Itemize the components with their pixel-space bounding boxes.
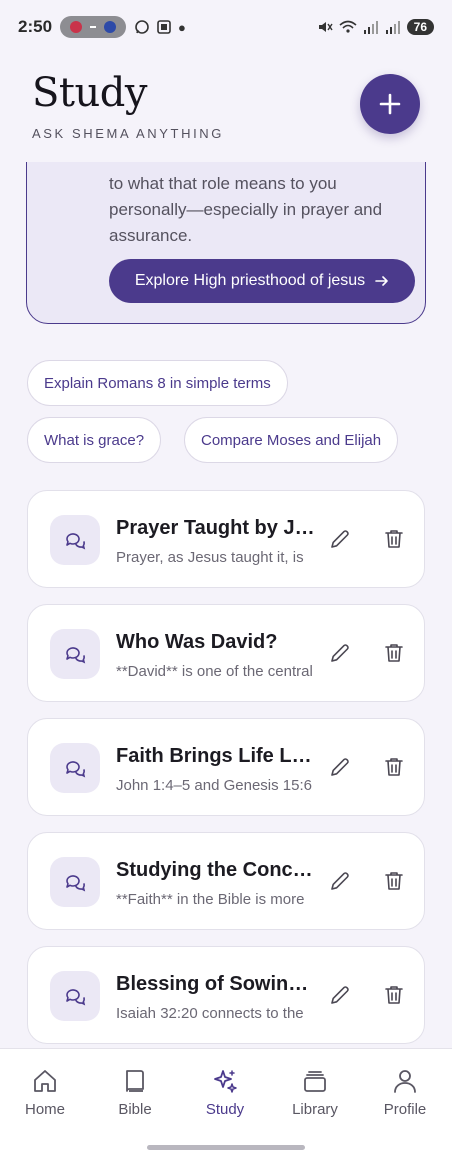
delete-session-button[interactable] — [382, 869, 408, 895]
suggestion-chip[interactable]: What is grace? — [27, 417, 162, 463]
book-icon — [126, 1070, 144, 1092]
edit-session-button[interactable] — [328, 755, 354, 781]
nav-library[interactable]: Library — [270, 1067, 360, 1127]
mute-icon — [318, 22, 333, 32]
page-subtitle: ASK SHEMA ANYTHING — [32, 126, 225, 141]
session-preview: **Faith** in the Bible is more — [116, 891, 305, 908]
app-notification-icon — [104, 21, 117, 33]
trash-icon — [385, 644, 403, 662]
home-indicator[interactable] — [147, 1145, 305, 1150]
nav-profile[interactable]: Profile — [360, 1067, 450, 1127]
new-study-button[interactable] — [360, 74, 420, 134]
status-bar: 2:50 ● 76 — [0, 0, 452, 54]
pencil-icon — [331, 986, 349, 1004]
plus-icon — [379, 93, 401, 115]
topic-card: to what that role means to you personall… — [26, 162, 426, 324]
study-content[interactable]: to what that role means to you personall… — [0, 162, 452, 1048]
app-notification-icon — [70, 21, 83, 33]
delete-session-button[interactable] — [382, 755, 408, 781]
session-card[interactable]: Studying the Concept of Faith **Faith** … — [27, 832, 425, 930]
signal-icon-2 — [385, 21, 400, 34]
session-preview: Prayer, as Jesus taught it, is — [116, 549, 304, 566]
status-system-icons: 76 — [317, 19, 434, 35]
notification-pill — [60, 16, 127, 38]
nav-label: Library — [292, 1101, 338, 1118]
pencil-icon — [331, 758, 349, 776]
bottom-nav: Home Bible Study Library Profile — [0, 1048, 452, 1158]
session-title: Faith Brings Life Light — [116, 745, 316, 767]
trash-icon — [385, 872, 403, 890]
edit-session-button[interactable] — [328, 641, 354, 667]
session-preview: John 1:4–5 and Genesis 15:6 — [116, 777, 312, 794]
explore-topic-label: Explore High priesthood of jesus — [134, 272, 366, 289]
edit-session-button[interactable] — [328, 527, 354, 553]
edit-session-button[interactable] — [328, 983, 354, 1009]
edit-session-button[interactable] — [328, 869, 354, 895]
screenshot-icon — [157, 20, 171, 34]
home-icon — [34, 1070, 56, 1092]
topic-description: to what that role means to you personall… — [109, 174, 383, 245]
arrow-right-icon — [375, 276, 388, 286]
library-icon — [304, 1071, 326, 1092]
session-title: Who Was David? — [116, 631, 278, 653]
suggestion-chip[interactable]: Explain Romans 8 in simple terms — [27, 360, 288, 406]
battery-indicator: 76 — [406, 19, 434, 35]
status-notification-icons: ● — [134, 19, 186, 35]
explore-topic-button[interactable]: Explore High priesthood of jesus — [109, 259, 415, 303]
delete-session-button[interactable] — [382, 983, 408, 1009]
session-title: Prayer Taught by Jesus — [116, 517, 316, 539]
chat-bubbles-icon — [50, 743, 100, 793]
session-preview: Isaiah 32:20 connects to the — [116, 1005, 304, 1022]
trash-icon — [385, 986, 403, 1004]
nav-label: Profile — [383, 1101, 427, 1118]
chat-bubbles-icon — [50, 971, 100, 1021]
suggestion-chip-label: Compare Moses and Elijah — [201, 431, 382, 449]
pencil-icon — [331, 530, 349, 548]
session-title: Blessing of Sowing Seed — [116, 973, 316, 995]
session-card[interactable]: Blessing of Sowing Seed Isaiah 32:20 con… — [27, 946, 425, 1044]
session-card[interactable]: Who Was David? **David** is one of the c… — [27, 604, 425, 702]
status-time: 2:50 — [18, 17, 53, 36]
signal-icon — [363, 21, 378, 34]
sparkles-icon — [214, 1070, 237, 1093]
more-notifications-icon: ● — [178, 19, 186, 35]
nav-label: Bible — [118, 1101, 152, 1118]
nav-home[interactable]: Home — [0, 1067, 90, 1127]
nav-label: Study — [205, 1101, 245, 1118]
chat-bubbles-icon — [50, 515, 100, 565]
page-header: Study ASK SHEMA ANYTHING — [0, 54, 452, 162]
delete-session-button[interactable] — [382, 527, 408, 553]
pill-separator — [90, 26, 97, 28]
nav-bible[interactable]: Bible — [90, 1067, 180, 1127]
wifi-icon — [339, 20, 357, 33]
delete-session-button[interactable] — [382, 641, 408, 667]
pencil-icon — [331, 644, 349, 662]
trash-icon — [385, 758, 403, 776]
user-icon — [394, 1070, 416, 1093]
pencil-icon — [331, 872, 349, 890]
suggestion-chip[interactable]: Compare Moses and Elijah — [184, 417, 399, 463]
suggestion-chip-label: Explain Romans 8 in simple terms — [44, 374, 271, 392]
page-title: Study — [32, 70, 147, 116]
nav-study[interactable]: Study — [180, 1067, 270, 1127]
whatsapp-icon — [135, 20, 149, 34]
session-card[interactable]: Prayer Taught by Jesus Prayer, as Jesus … — [27, 490, 425, 588]
session-card[interactable]: Faith Brings Life Light John 1:4–5 and G… — [27, 718, 425, 816]
session-preview: **David** is one of the central — [116, 663, 313, 680]
session-title: Studying the Concept of Faith — [116, 859, 316, 881]
trash-icon — [385, 530, 403, 548]
chat-bubbles-icon — [50, 629, 100, 679]
nav-label: Home — [24, 1101, 65, 1118]
suggestion-chip-label: What is grace? — [44, 431, 145, 449]
chat-bubbles-icon — [50, 857, 100, 907]
